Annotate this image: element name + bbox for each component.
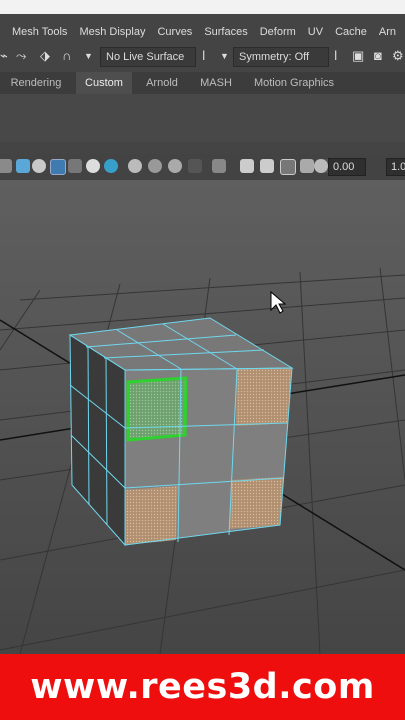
watermark-banner: www.rees3d.com [0, 654, 405, 720]
divider-icon: ǀ [334, 48, 338, 63]
divider-icon: ǀ [202, 48, 206, 63]
grid-icon[interactable] [280, 159, 296, 175]
render-icon[interactable]: ▣ [352, 49, 368, 63]
tan-face[interactable] [125, 486, 178, 545]
menu-surfaces[interactable]: Surfaces [204, 26, 247, 38]
tab-rendering[interactable]: Rendering [0, 72, 72, 94]
exposure-icon[interactable] [314, 159, 328, 173]
tan-face[interactable] [236, 368, 292, 426]
menu-deform[interactable]: Deform [260, 26, 296, 38]
smooth-shade-icon[interactable] [16, 159, 30, 173]
snap-dropdown-icon[interactable]: ▼ [84, 49, 100, 63]
tab-custom[interactable]: Custom [76, 72, 132, 94]
xray-active-icon[interactable] [260, 159, 274, 173]
textured-icon[interactable] [50, 159, 66, 175]
film-gate-icon[interactable] [300, 159, 314, 173]
main-menubar: Mesh Tools Mesh Display Curves Surfaces … [0, 14, 405, 48]
isolate-select-icon[interactable] [212, 159, 226, 173]
snap-surface-icon[interactable]: ⬗ [40, 49, 56, 63]
viewport-scene [0, 267, 405, 655]
settings-icon[interactable]: ⚙ [392, 49, 405, 63]
live-surface-field[interactable]: No Live Surface [100, 47, 196, 67]
tan-face[interactable] [229, 477, 284, 529]
top-edge [0, 0, 405, 14]
shadows-icon[interactable] [104, 159, 118, 173]
menu-mesh-tools[interactable]: Mesh Tools [12, 26, 67, 38]
default-material-icon[interactable] [32, 159, 46, 173]
mouse-cursor-icon [270, 290, 287, 314]
menu-mesh-display[interactable]: Mesh Display [79, 26, 145, 38]
wireframe-cube-icon[interactable] [0, 159, 12, 173]
tab-motion-graphics[interactable]: Motion Graphics [244, 72, 344, 94]
viewport-toolbar: 0.00 1.0 [0, 154, 405, 180]
checker-icon[interactable] [68, 159, 82, 173]
snap-point-icon[interactable]: ⤳ [16, 49, 32, 63]
tab-mash[interactable]: MASH [192, 72, 240, 94]
custom-shelf [0, 94, 405, 142]
magnet-icon[interactable]: ∩ [62, 49, 78, 63]
3d-viewport[interactable] [0, 180, 405, 655]
xray-icon[interactable] [188, 159, 202, 173]
snap-curve-icon[interactable]: ⌁ [0, 49, 16, 63]
gamma-field[interactable]: 1.0 [386, 158, 405, 176]
ambient-occlusion-icon[interactable] [128, 159, 142, 173]
tab-arnold[interactable]: Arnold [136, 72, 188, 94]
status-line: ⌁ ⤳ ⬗ ∩ ▼ No Live Surface ǀ ▼ Symmetry: … [0, 44, 405, 70]
menu-arnold[interactable]: Arn [379, 26, 396, 38]
menu-uv[interactable]: UV [308, 26, 323, 38]
motion-blur-icon[interactable] [148, 159, 162, 173]
antialias-icon[interactable] [168, 159, 182, 173]
menu-cache[interactable]: Cache [335, 26, 367, 38]
xray-joints-icon[interactable] [240, 159, 254, 173]
shelf-tabs: Rendering Custom Arnold MASH Motion Grap… [0, 72, 405, 94]
menu-curves[interactable]: Curves [157, 26, 192, 38]
symmetry-field[interactable]: Symmetry: Off [233, 47, 329, 67]
camera-icon[interactable]: ◙ [374, 49, 390, 63]
lights-icon[interactable] [86, 159, 100, 173]
shelf-divider [0, 142, 405, 154]
banner-url: www.rees3d.com [30, 667, 375, 707]
exposure-field[interactable]: 0.00 [328, 158, 366, 176]
selected-face[interactable] [126, 376, 188, 442]
